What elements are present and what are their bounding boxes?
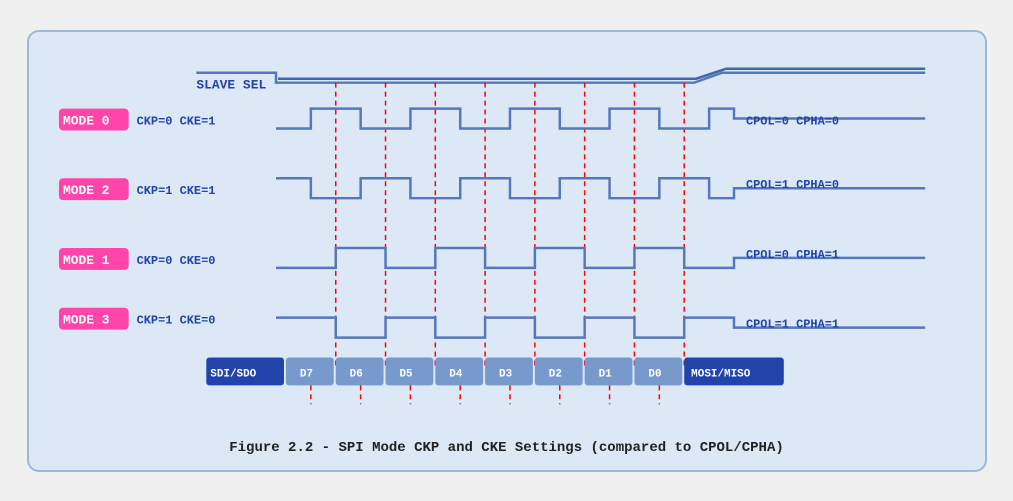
mode0-label: MODE 0: [62, 113, 109, 128]
slave-sel-label: SLAVE SEL: [196, 77, 266, 92]
mode1-right: CPOL=0 CPHA=1: [745, 247, 838, 261]
mode3-label: MODE 3: [62, 312, 109, 327]
d1-label: D1: [598, 368, 612, 380]
mode1-params: CKP=0 CKE=0: [136, 253, 215, 267]
sdi-sdo-label: SDI/SDO: [210, 368, 256, 380]
mode3-right: CPOL=1 CPHA=1: [745, 317, 838, 331]
mode2-right: CPOL=1 CPHA=0: [745, 178, 838, 192]
mode3-params: CKP=1 CKE=0: [136, 313, 215, 327]
main-container: SLAVE SEL MODE 0 CKP=0 CKE=1 CP: [27, 30, 987, 472]
d0-label: D0: [648, 368, 661, 380]
d3-label: D3: [499, 368, 513, 380]
mode1-label: MODE 1: [62, 252, 109, 267]
mosi-miso-label: MOSI/MISO: [691, 368, 751, 380]
mode2-params: CKP=1 CKE=1: [136, 184, 215, 198]
d2-label: D2: [548, 368, 561, 380]
d7-label: D7: [299, 368, 312, 380]
timing-diagram: SLAVE SEL MODE 0 CKP=0 CKE=1 CP: [49, 50, 965, 430]
mode0-right: CPOL=0 CPHA=0: [745, 114, 838, 128]
mode0-params: CKP=0 CKE=1: [136, 114, 215, 128]
diagram-area: SLAVE SEL MODE 0 CKP=0 CKE=1 CP: [49, 50, 965, 430]
d4-label: D4: [449, 368, 463, 380]
mode2-label: MODE 2: [62, 183, 109, 198]
figure-caption: Figure 2.2 - SPI Mode CKP and CKE Settin…: [49, 440, 965, 456]
d5-label: D5: [399, 368, 412, 380]
d6-label: D6: [349, 368, 362, 380]
